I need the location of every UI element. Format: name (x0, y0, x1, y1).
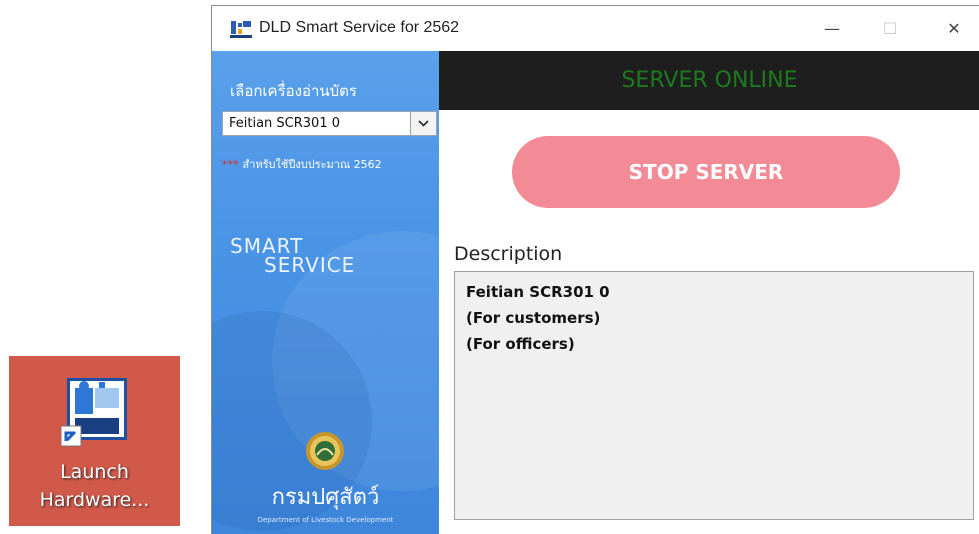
app-shortcut-icon (61, 378, 127, 447)
title-bar[interactable]: DLD Smart Service for 2562 — ☐ ✕ (212, 6, 979, 51)
app-window: DLD Smart Service for 2562 — ☐ ✕ เลือกเค… (211, 5, 979, 534)
budget-year-note: *** สำหรับใช้ปีงบประมาณ 2562 (222, 155, 382, 173)
budget-note-text: สำหรับใช้ปีงบประมาณ 2562 (242, 158, 382, 171)
window-title: DLD Smart Service for 2562 (259, 19, 460, 36)
shortcut-label-line1: Launch (60, 461, 129, 483)
brand-line2: SERVICE (264, 253, 356, 277)
card-reader-dropdown[interactable]: Feitian SCR301 0 (222, 111, 437, 136)
description-box[interactable]: Feitian SCR301 0 (For customers) (For of… (454, 271, 974, 520)
close-button[interactable]: ✕ (934, 16, 974, 42)
chevron-down-icon (418, 120, 429, 127)
department-seal-icon (306, 432, 344, 470)
card-reader-selected: Feitian SCR301 0 (229, 116, 341, 131)
description-line: (For customers) (466, 309, 601, 327)
description-line: Feitian SCR301 0 (466, 283, 610, 301)
dropdown-toggle[interactable] (410, 112, 436, 135)
minimize-button[interactable]: — (812, 16, 852, 42)
smart-service-logo: SMART SERVICE (230, 236, 356, 277)
description-line: (For officers) (466, 335, 575, 353)
app-logo-icon (230, 21, 252, 38)
desktop-shortcut[interactable]: Launch Hardware... (9, 356, 180, 526)
server-status-text: SERVER ONLINE (621, 68, 798, 93)
budget-note-stars: *** (222, 158, 239, 171)
maximize-button[interactable]: ☐ (870, 16, 910, 42)
reader-select-label: เลือกเครื่องอ่านบัตร (230, 82, 357, 100)
description-label: Description (454, 243, 563, 265)
department-name-english: Department of Livestock Development (257, 516, 394, 524)
server-status-bar: SERVER ONLINE (439, 51, 979, 110)
sidebar: เลือกเครื่องอ่านบัตร Feitian SCR301 0 **… (212, 51, 439, 534)
department-name-thai: กรมปศุสัตว์ (271, 485, 380, 510)
stop-server-button[interactable]: STOP SERVER (512, 136, 900, 208)
shortcut-label-line2: Hardware... (39, 489, 150, 511)
